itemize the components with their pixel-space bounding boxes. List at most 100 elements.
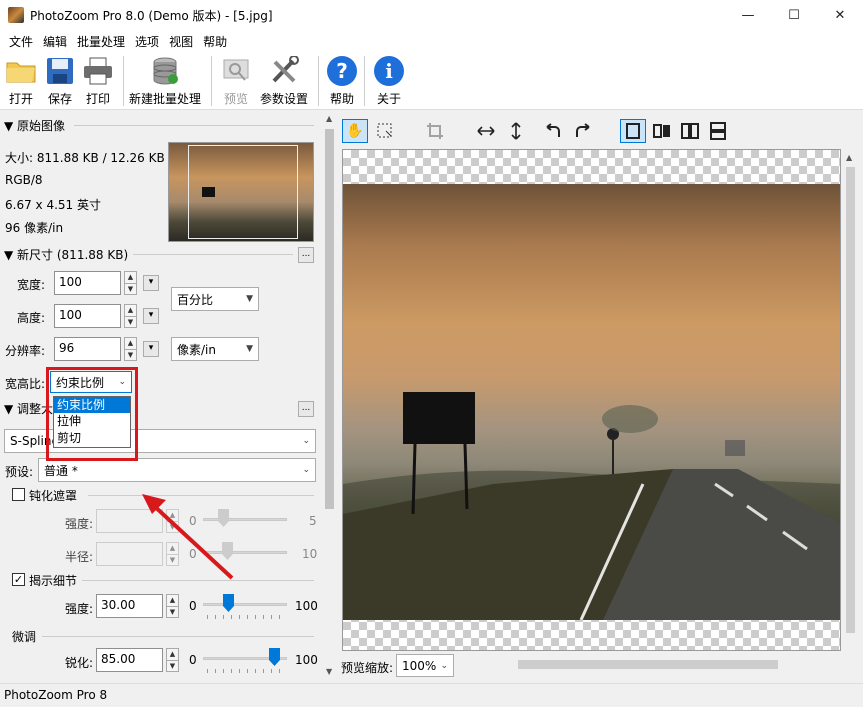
unsharp-checkbox[interactable] <box>12 488 25 501</box>
height-stepper[interactable]: ▲ ▼ <box>124 304 137 328</box>
unsharp-radius-max: 10 <box>302 547 318 561</box>
adjust-more-button[interactable]: ... <box>298 401 314 417</box>
menu-file[interactable]: 文件 <box>4 33 38 50</box>
menu-edit[interactable]: 编辑 <box>38 33 72 50</box>
toolbar: 打开 保存 打印 新建批量处理 预览 参数设置 ? 帮助 i 关于 <box>0 52 863 110</box>
preview-label: 预览 <box>223 92 248 106</box>
sharp-min: 0 <box>189 653 197 667</box>
unsharp-strength-max: 5 <box>309 514 317 528</box>
rotate-left-button[interactable] <box>540 119 566 143</box>
newsize-header[interactable]: ▼ 新尺寸 (811.88 KB) <box>4 246 128 263</box>
app-icon <box>8 7 24 23</box>
resolution-input[interactable]: 96 <box>54 337 121 361</box>
preview-hscroll[interactable] <box>458 656 843 672</box>
sharp-slider-thumb[interactable] <box>268 648 280 666</box>
detail-slider-thumb[interactable] <box>222 594 234 612</box>
rotate-right-button[interactable] <box>570 119 596 143</box>
unsharp-label: 钝化遮罩 <box>29 489 78 503</box>
maximize-button[interactable]: ☐ <box>771 0 817 30</box>
select-tool-button[interactable] <box>372 119 398 143</box>
fit-height-button[interactable] <box>503 119 529 143</box>
resolution-unit-value: 像素/in <box>177 342 216 357</box>
side-by-side-button[interactable] <box>677 119 703 143</box>
toolbar-separator <box>211 56 212 106</box>
resolution-stepper[interactable]: ▲ ▼ <box>124 337 137 361</box>
about-button[interactable]: i 关于 <box>372 54 406 107</box>
svg-text:i: i <box>385 59 393 83</box>
menu-help[interactable]: 帮助 <box>198 33 232 50</box>
hand-tool-button[interactable]: ✋ <box>342 119 368 143</box>
original-header-label: 原始图像 <box>17 119 66 133</box>
zoom-select[interactable]: 100% ⌄ <box>396 654 454 677</box>
detail-slider[interactable] <box>203 603 287 606</box>
height-menu-button[interactable]: ▾ <box>143 308 159 324</box>
print-button[interactable]: 打印 <box>81 54 115 107</box>
menu-view[interactable]: 视图 <box>164 33 198 50</box>
help-label: 帮助 <box>329 92 354 106</box>
resolution-label: 分辨率: <box>5 344 46 358</box>
detail-slider-ticks <box>207 615 287 619</box>
crop-button[interactable] <box>422 119 448 143</box>
height-input[interactable]: 100 <box>54 304 121 328</box>
preview-canvas[interactable] <box>342 149 841 651</box>
menu-batch[interactable]: 批量处理 <box>72 33 130 50</box>
fit-width-button[interactable] <box>473 119 499 143</box>
original-size: 大小: 811.88 KB / 12.26 KB <box>5 151 165 165</box>
preview-button[interactable]: 预览 <box>219 54 253 107</box>
resolution-menu-button[interactable]: ▾ <box>143 341 159 357</box>
sharp-slider-ticks <box>207 669 287 673</box>
scroll-thumb[interactable] <box>846 167 855 633</box>
original-dims: 6.67 x 4.51 英寸 <box>5 198 101 212</box>
preview-image <box>343 184 840 620</box>
database-icon <box>148 54 182 88</box>
scroll-thumb[interactable] <box>325 129 334 509</box>
size-unit-select[interactable]: 百分比 ▼ <box>171 287 259 311</box>
split-view-button[interactable] <box>649 119 675 143</box>
preview-vscroll[interactable]: ▲ <box>843 149 858 651</box>
divider <box>74 125 314 126</box>
zoom-value: 100% <box>402 658 437 673</box>
save-button[interactable]: 保存 <box>43 54 77 107</box>
stacked-view-button[interactable] <box>705 119 731 143</box>
settings-button[interactable]: 参数设置 <box>260 54 308 107</box>
vertical-arrows-icon <box>511 122 521 140</box>
road-scene <box>343 392 840 620</box>
detail-strength-stepper[interactable]: ▲ ▼ <box>166 594 179 618</box>
minimize-button[interactable]: — <box>725 0 771 30</box>
detail-checkbox[interactable]: ✓ <box>12 573 25 586</box>
preset-label: 预设: <box>5 465 34 479</box>
settings-label: 参数设置 <box>260 92 309 106</box>
toolbar-separator <box>364 56 365 106</box>
batch-label: 新建批量处理 <box>129 92 202 106</box>
thumbnail[interactable] <box>168 142 314 242</box>
preset-select[interactable]: 普通 * ⌄ <box>38 458 316 482</box>
about-label: 关于 <box>376 92 401 106</box>
width-input[interactable]: 100 <box>54 271 121 295</box>
open-button[interactable]: 打开 <box>4 54 38 107</box>
scroll-thumb[interactable] <box>518 660 778 669</box>
zoom-label: 预览缩放: <box>341 661 394 675</box>
title-bar: PhotoZoom Pro 8.0 (Demo 版本) - [5.jpg] — … <box>0 0 863 30</box>
scroll-up-icon[interactable]: ▲ <box>326 114 332 123</box>
scroll-up-icon[interactable]: ▲ <box>846 153 852 162</box>
sharp-stepper[interactable]: ▲ ▼ <box>166 648 179 672</box>
resolution-unit-select[interactable]: 像素/in ▼ <box>171 337 259 361</box>
panel-scrollbar[interactable]: ▲ ▼ <box>322 111 337 683</box>
width-menu-button[interactable]: ▾ <box>143 275 159 291</box>
batch-button[interactable]: 新建批量处理 <box>129 54 201 107</box>
width-stepper[interactable]: ▲ ▼ <box>124 271 137 295</box>
detail-strength-input[interactable]: 30.00 <box>96 594 163 618</box>
help-button[interactable]: ? 帮助 <box>325 54 359 107</box>
finetune-header: 微调 <box>12 630 37 644</box>
window-title: PhotoZoom Pro 8.0 (Demo 版本) - [5.jpg] <box>30 9 273 23</box>
scroll-down-icon[interactable]: ▼ <box>326 667 332 676</box>
marquee-icon <box>377 123 392 138</box>
close-button[interactable]: ✕ <box>817 0 863 30</box>
single-view-button[interactable] <box>620 119 646 143</box>
original-header[interactable]: ▼ 原始图像 <box>4 117 65 134</box>
sharp-input[interactable]: 85.00 <box>96 648 163 672</box>
rotate-left-icon <box>546 123 560 137</box>
menu-options[interactable]: 选项 <box>130 33 164 50</box>
info-icon: i <box>372 54 406 88</box>
newsize-more-button[interactable]: ... <box>298 247 314 263</box>
